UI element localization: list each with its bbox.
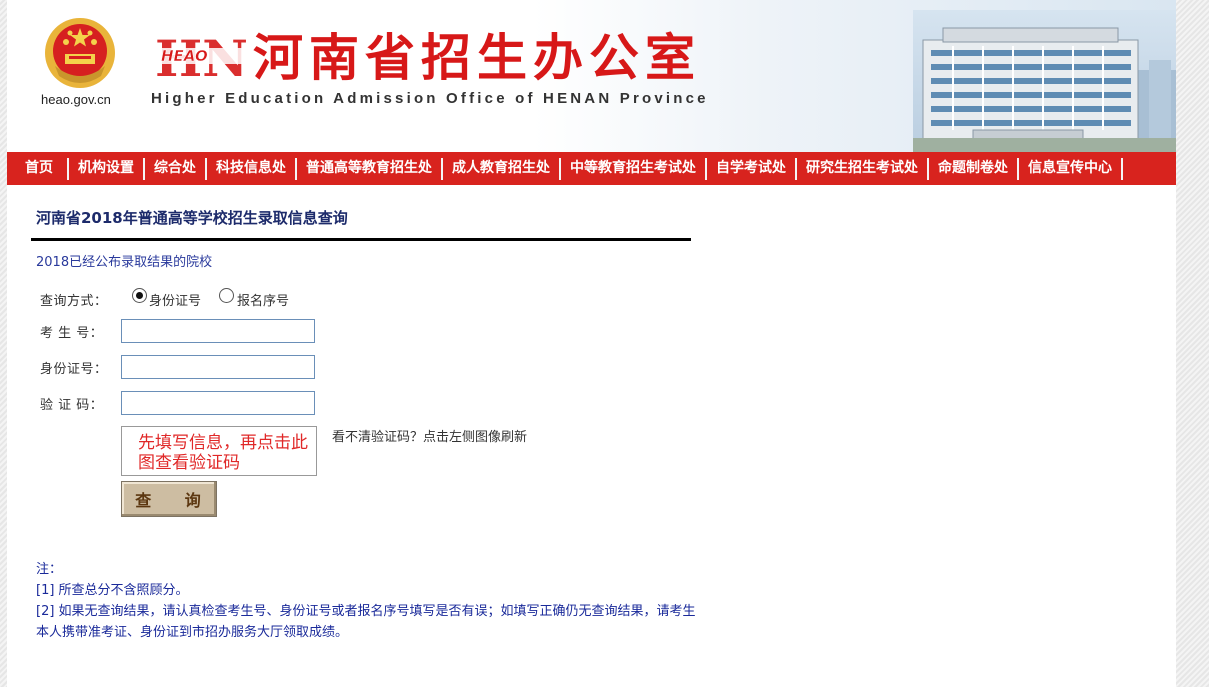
main-nav: 首页 机构设置 综合处 科技信息处 普通高等教育招生处 成人教育招生处 中等教育… (7, 152, 1176, 185)
hn-logo-icon: HN HEAO (155, 30, 248, 82)
nav-item-adult-ed-admission[interactable]: 成人教育招生处 (443, 152, 559, 185)
radio-id-number[interactable] (132, 288, 147, 303)
note-item-1: [1] 所查总分不含照顾分。 (36, 583, 189, 598)
captcha-image-text: 先填写信息，再点击此图查看验证码 (138, 433, 308, 473)
note-item-2: [2] 如果无查询结果，请认真检查考生号、身份证号或者报名序号填写是否有误；如填… (36, 604, 696, 640)
query-button[interactable]: 查 询 (121, 481, 217, 517)
captcha-label: 验 证 码： (40, 398, 104, 413)
nav-item-graduate-exam[interactable]: 研究生招生考试处 (797, 152, 927, 185)
title-divider (31, 238, 691, 241)
radio-id-number-label: 身份证号 (149, 294, 202, 309)
nav-item-tech-info[interactable]: 科技信息处 (207, 152, 295, 185)
nav-item-self-study-exam[interactable]: 自学考试处 (707, 152, 795, 185)
page: heao.gov.cn HN HEAO 河南省招生办公室 Higher Educ… (7, 0, 1176, 687)
nav-divider (1121, 157, 1123, 180)
radio-registration-number-label: 报名序号 (237, 294, 290, 309)
national-emblem-icon (45, 18, 115, 88)
nav-item-general-office[interactable]: 综合处 (145, 152, 205, 185)
nav-item-exam-paper[interactable]: 命题制卷处 (929, 152, 1017, 185)
nav-item-home[interactable]: 首页 (7, 152, 67, 185)
captcha-image[interactable]: 先填写信息，再点击此图查看验证码 (121, 426, 317, 476)
page-title: 河南省2018年普通高等学校招生录取信息查询 (36, 209, 348, 227)
office-building-image (913, 10, 1176, 152)
published-schools-link[interactable]: 2018已经公布录取结果的院校 (36, 251, 212, 270)
id-number-label: 身份证号： (40, 362, 108, 377)
nav-item-secondary-ed-exam[interactable]: 中等教育招生考试处 (561, 152, 705, 185)
site-title: 河南省招生办公室 (253, 28, 701, 87)
radio-registration-number[interactable] (219, 288, 234, 303)
domain-text: heao.gov.cn (41, 92, 111, 107)
header-banner: heao.gov.cn HN HEAO 河南省招生办公室 Higher Educ… (7, 0, 1176, 152)
captcha-hint: 看不清验证码？点击左侧图像刷新 (332, 430, 528, 445)
captcha-input[interactable] (121, 391, 315, 415)
site-subtitle: Higher Education Admission Office of HEN… (151, 90, 709, 107)
nav-item-organization[interactable]: 机构设置 (69, 152, 143, 185)
nav-item-higher-ed-admission[interactable]: 普通高等教育招生处 (297, 152, 441, 185)
exam-number-input[interactable] (121, 319, 315, 343)
id-number-input[interactable] (121, 355, 315, 379)
query-mode-label: 查询方式： (40, 294, 108, 309)
nav-item-info-center[interactable]: 信息宣传中心 (1019, 152, 1121, 185)
exam-number-label: 考 生 号： (40, 326, 104, 341)
notes-heading: 注： (36, 562, 63, 577)
hn-logo-text: HEAO (161, 47, 208, 65)
